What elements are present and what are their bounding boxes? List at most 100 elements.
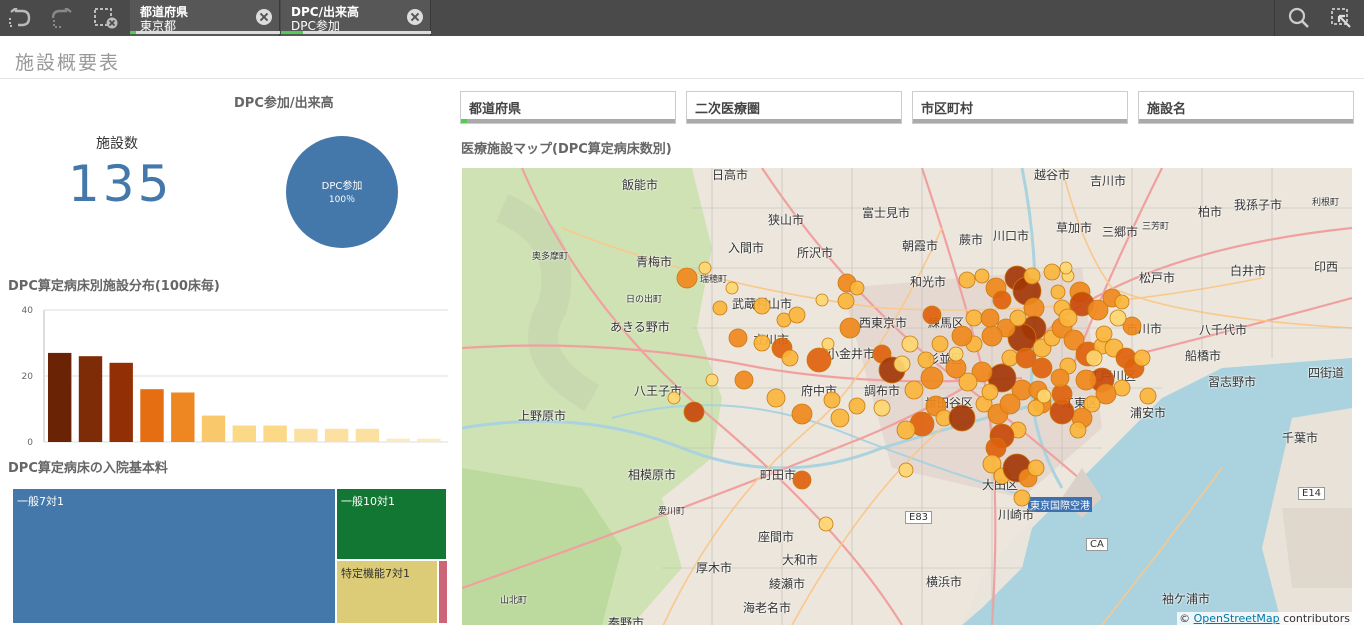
facility-marker[interactable] xyxy=(917,351,935,369)
facility-marker[interactable] xyxy=(1043,263,1061,281)
facility-marker[interactable] xyxy=(999,393,1021,415)
facility-marker[interactable] xyxy=(1069,421,1087,439)
redo-icon[interactable] xyxy=(48,4,76,32)
bar-100-199[interactable] xyxy=(78,356,103,442)
facility-marker[interactable] xyxy=(830,408,850,428)
facility-marker[interactable] xyxy=(904,380,924,400)
facility-marker[interactable] xyxy=(1036,388,1052,404)
facility-marker[interactable] xyxy=(712,300,728,316)
bar-900-999[interactable] xyxy=(324,428,349,442)
bar-400-499[interactable] xyxy=(171,392,195,443)
bar-300-399[interactable] xyxy=(140,389,164,442)
facility-marker[interactable] xyxy=(753,297,771,315)
facility-marker[interactable] xyxy=(1050,284,1066,300)
facility-marker[interactable] xyxy=(1023,297,1045,319)
selections-tool-icon[interactable] xyxy=(1327,4,1355,32)
facility-marker[interactable] xyxy=(898,462,914,478)
facility-marker[interactable] xyxy=(1009,309,1027,327)
bar-600-699[interactable] xyxy=(232,425,256,443)
facility-marker[interactable] xyxy=(815,293,829,307)
pie-chart[interactable]: DPC参加 100％ xyxy=(286,136,398,248)
facility-marker[interactable] xyxy=(1058,308,1078,328)
bar-1200+[interactable] xyxy=(417,438,441,442)
close-icon[interactable] xyxy=(256,9,272,25)
facility-marker[interactable] xyxy=(1109,309,1127,327)
filter-medical-area[interactable]: 二次医療圏 xyxy=(686,91,902,124)
facility-marker[interactable] xyxy=(893,355,911,373)
filter-facility-name[interactable]: 施設名 xyxy=(1138,91,1354,124)
facility-marker[interactable] xyxy=(965,309,983,327)
bar-1100-1199[interactable] xyxy=(386,438,410,442)
facility-marker[interactable] xyxy=(951,325,973,347)
facility-marker[interactable] xyxy=(753,334,771,352)
facility-marker[interactable] xyxy=(992,290,1012,310)
bar-800-899[interactable] xyxy=(294,428,318,442)
facility-marker[interactable] xyxy=(1095,325,1113,343)
facility-marker[interactable] xyxy=(1015,347,1037,369)
facility-markers[interactable] xyxy=(462,168,1352,625)
facility-marker[interactable] xyxy=(922,305,942,325)
facility-marker[interactable] xyxy=(985,437,1007,459)
facility-marker[interactable] xyxy=(901,335,919,353)
facility-marker[interactable] xyxy=(1113,379,1131,397)
facility-map[interactable]: 飯能市 日高市 狭山市 富士見市 越谷市 吉川市 入間市 所沢市 朝霞市 蕨市 川口市 草加市 三郷市柏… xyxy=(462,168,1352,625)
treemap-cell-ippan7[interactable]: 一般7対1 xyxy=(12,488,336,624)
facility-marker[interactable] xyxy=(788,306,806,324)
facility-marker[interactable] xyxy=(791,403,813,425)
facility-marker[interactable] xyxy=(683,401,705,423)
facility-marker[interactable] xyxy=(766,388,786,408)
kpi-value[interactable]: 135 xyxy=(68,155,172,213)
bar-0-99[interactable] xyxy=(48,352,72,442)
facility-marker[interactable] xyxy=(896,420,916,440)
treemap-cell-ippan10[interactable]: 一般10対1 xyxy=(336,488,447,560)
facility-marker[interactable] xyxy=(676,267,698,289)
facility-marker[interactable] xyxy=(931,335,949,353)
bar-500-599[interactable] xyxy=(201,415,226,442)
facility-marker[interactable] xyxy=(848,397,866,415)
selection-chip-dpc[interactable]: DPC/出来高 DPC参加 xyxy=(281,0,431,36)
filter-municipality[interactable]: 市区町村 xyxy=(912,91,1128,124)
facility-marker[interactable] xyxy=(705,373,719,387)
facility-marker[interactable] xyxy=(698,261,712,275)
treemap[interactable]: 一般7対1 一般10対1 特定機能7対1 xyxy=(12,488,448,624)
facility-marker[interactable] xyxy=(1023,267,1041,285)
facility-marker[interactable] xyxy=(837,292,855,310)
bar-700-799[interactable] xyxy=(263,425,287,443)
facility-marker[interactable] xyxy=(1085,349,1103,367)
facility-marker[interactable] xyxy=(1013,489,1031,507)
facility-marker[interactable] xyxy=(1001,349,1019,367)
facility-marker[interactable] xyxy=(818,516,834,532)
facility-marker[interactable] xyxy=(1075,369,1097,391)
search-icon[interactable] xyxy=(1285,4,1313,32)
facility-marker[interactable] xyxy=(821,337,835,351)
openstreetmap-link[interactable]: OpenStreetMap xyxy=(1194,612,1280,625)
selection-chip-prefecture[interactable]: 都道府県 東京都 xyxy=(130,0,280,36)
facility-marker[interactable] xyxy=(849,280,865,296)
facility-marker[interactable] xyxy=(823,391,841,409)
facility-marker[interactable] xyxy=(1133,349,1151,367)
facility-marker[interactable] xyxy=(728,328,748,348)
undo-icon[interactable] xyxy=(6,4,34,32)
facility-marker[interactable] xyxy=(734,370,754,390)
facility-marker[interactable] xyxy=(781,349,799,367)
facility-marker[interactable] xyxy=(873,399,891,417)
facility-marker[interactable] xyxy=(948,346,964,362)
facility-marker[interactable] xyxy=(667,391,681,405)
facility-marker[interactable] xyxy=(1027,459,1045,477)
facility-marker[interactable] xyxy=(1139,387,1157,405)
filter-prefecture[interactable]: 都道府県 xyxy=(460,91,676,124)
facility-marker[interactable] xyxy=(958,271,976,289)
facility-marker[interactable] xyxy=(974,268,990,284)
facility-marker[interactable] xyxy=(948,404,976,432)
facility-marker[interactable] xyxy=(1114,294,1130,310)
facility-marker[interactable] xyxy=(1050,368,1070,388)
facility-marker[interactable] xyxy=(980,308,1000,328)
treemap-cell-tokutei7[interactable]: 特定機能7対1 xyxy=(336,560,438,624)
facility-marker[interactable] xyxy=(792,470,812,490)
facility-marker[interactable] xyxy=(981,325,1003,347)
bar-1000-1099[interactable] xyxy=(355,428,380,442)
treemap-cell-other[interactable] xyxy=(438,560,448,624)
bar-chart[interactable]: 0 20 40 xyxy=(0,298,452,448)
facility-marker[interactable] xyxy=(1059,261,1073,275)
facility-marker[interactable] xyxy=(920,366,944,390)
